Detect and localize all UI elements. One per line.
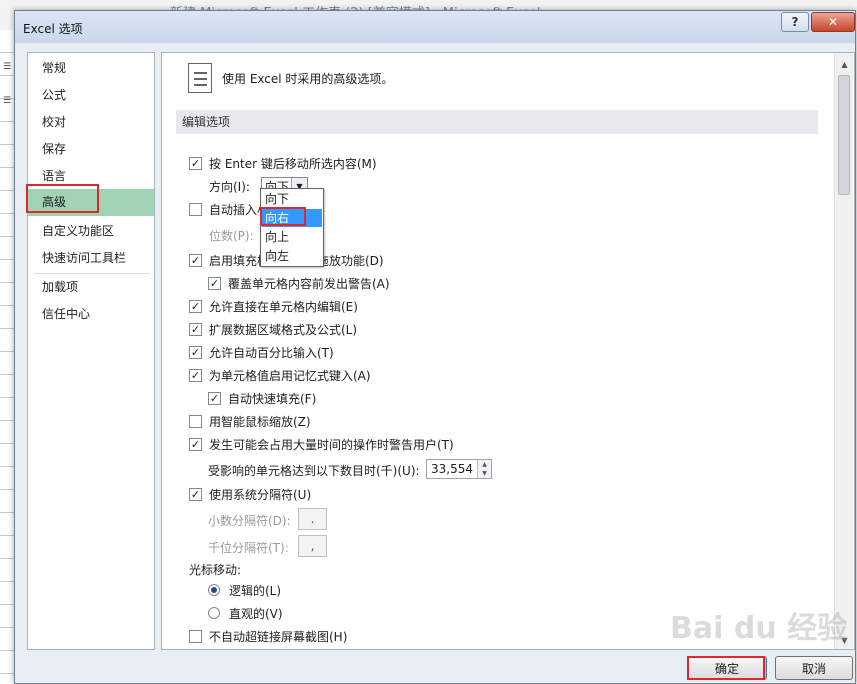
checkbox[interactable] xyxy=(189,437,202,451)
nav-item-general[interactable]: 常规 xyxy=(28,56,154,81)
option-label: 为单元格值启用记忆式键入(A) xyxy=(209,368,371,383)
option-label: 不自动超链接屏幕截图(H) xyxy=(209,629,348,644)
nav-item-proofing[interactable]: 校对 xyxy=(28,110,154,135)
cells-affected-label: 受影响的单元格达到以下数目时(千)(U): xyxy=(208,463,420,478)
cells-affected-row: 受影响的单元格达到以下数目时(千)(U): xyxy=(208,461,420,479)
option-label: 允许自动百分比输入(T) xyxy=(209,345,334,360)
cancel-button[interactable]: 取消 xyxy=(775,656,853,680)
option-label: 覆盖单元格内容前发出警告(A) xyxy=(228,276,390,291)
cursor-movement-label: 光标移动: xyxy=(189,562,242,577)
zoom-intellimouse-option[interactable]: 用智能鼠标缩放(Z) xyxy=(189,412,311,430)
excel-options-dialog: Excel 选项 ? ✕ 常规 公式 校对 保存 语言 高级 自定义功能区 快速… xyxy=(14,10,856,684)
option-label: 直观的(V) xyxy=(229,606,283,621)
checkbox[interactable] xyxy=(189,414,202,428)
help-button[interactable]: ? xyxy=(781,12,809,32)
thousands-separator-row: 千位分隔符(T): xyxy=(208,538,289,556)
dropdown-option-up[interactable]: 向上 xyxy=(262,228,322,246)
cursor-visual-option[interactable]: 直观的(V) xyxy=(208,604,283,622)
flash-fill-option[interactable]: 自动快速填充(F) xyxy=(208,389,316,407)
checkbox[interactable] xyxy=(189,345,202,359)
scroll-down-icon[interactable]: ▼ xyxy=(837,633,852,647)
radio-button[interactable] xyxy=(208,584,220,596)
highlight-advanced-annotation xyxy=(26,184,99,213)
autocomplete-option[interactable]: 为单元格值启用记忆式键入(A) xyxy=(189,366,371,384)
option-label: 允许直接在单元格内编辑(E) xyxy=(209,299,358,314)
extend-formats-option[interactable]: 扩展数据区域格式及公式(L) xyxy=(189,320,357,338)
checkbox[interactable] xyxy=(189,299,202,313)
scroll-up-icon[interactable]: ▲ xyxy=(837,57,852,71)
option-label: 逻辑的(L) xyxy=(229,583,282,598)
move-after-enter-option[interactable]: 按 Enter 键后移动所选内容(M) xyxy=(189,154,377,172)
option-label: 自动快速填充(F) xyxy=(228,391,317,406)
auto-percent-option[interactable]: 允许自动百分比输入(T) xyxy=(189,343,334,361)
highlight-ok-annotation xyxy=(687,656,765,680)
direction-dropdown-list: 向下 向右 向上 向左 xyxy=(260,188,324,267)
checkbox[interactable] xyxy=(189,156,202,170)
thousands-separator-label: 千位分隔符(T): xyxy=(208,540,289,555)
dropdown-option-left[interactable]: 向左 xyxy=(262,247,322,265)
options-page-icon xyxy=(188,63,212,93)
alert-overwrite-option[interactable]: 覆盖单元格内容前发出警告(A) xyxy=(208,274,390,292)
places-label: 位数(P): xyxy=(209,228,254,243)
option-label: 按 Enter 键后移动所选内容(M) xyxy=(209,156,377,171)
checkbox[interactable] xyxy=(189,202,202,216)
highlight-right-annotation xyxy=(260,207,306,226)
nav-item-customize-ribbon[interactable]: 自定义功能区 xyxy=(28,219,154,244)
dialog-title: Excel 选项 xyxy=(23,22,83,36)
menu-lines-icon: ☰ xyxy=(3,62,12,72)
direction-label-row: 方向(I): xyxy=(209,177,250,195)
menu-lines-icon: ☰ xyxy=(3,96,12,106)
checkbox[interactable] xyxy=(189,253,202,267)
dropdown-option-down[interactable]: 向下 xyxy=(262,190,322,208)
dialog-titlebar: Excel 选项 ? ✕ xyxy=(15,11,855,43)
option-label: 扩展数据区域格式及公式(L) xyxy=(209,322,358,337)
nav-item-quick-access-toolbar[interactable]: 快速访问工具栏 xyxy=(28,246,154,271)
close-button[interactable]: ✕ xyxy=(811,12,855,32)
option-label: 用智能鼠标缩放(Z) xyxy=(209,414,311,429)
nav-item-formulas[interactable]: 公式 xyxy=(28,83,154,108)
checkbox[interactable] xyxy=(208,276,221,290)
checkbox[interactable] xyxy=(189,368,202,382)
checkbox[interactable] xyxy=(189,322,202,336)
radio-button[interactable] xyxy=(208,607,220,619)
panel-header: 使用 Excel 时采用的高级选项。 xyxy=(222,72,394,86)
section-editing-options: 编辑选项 xyxy=(176,110,818,134)
nav-divider xyxy=(34,273,150,274)
options-category-list: 常规 公式 校对 保存 语言 高级 自定义功能区 快速访问工具栏 加载项 信任中… xyxy=(27,52,155,650)
spin-down-icon[interactable]: ▼ xyxy=(478,469,491,478)
no-hyperlink-screenshot-option[interactable]: 不自动超链接屏幕截图(H) xyxy=(189,627,347,645)
checkbox[interactable] xyxy=(189,487,202,501)
decimal-separator-row: 小数分隔符(D): xyxy=(208,511,291,529)
decimal-separator-label: 小数分隔符(D): xyxy=(208,513,291,528)
vertical-scrollbar[interactable]: ▲ ▼ xyxy=(834,53,853,649)
nav-item-add-ins[interactable]: 加载项 xyxy=(28,275,154,300)
cells-affected-value[interactable]: 33,554 xyxy=(427,462,477,476)
use-system-separators-option[interactable]: 使用系统分隔符(U) xyxy=(189,485,311,503)
thousands-separator-input[interactable]: , xyxy=(298,535,327,557)
option-label: 发生可能会占用大量时间的操作时警告用户(T) xyxy=(209,437,454,452)
spin-up-icon[interactable]: ▲ xyxy=(478,460,491,469)
cells-affected-spinner[interactable]: 33,554 ▲ ▼ xyxy=(426,459,492,479)
edit-in-cell-option[interactable]: 允许直接在单元格内编辑(E) xyxy=(189,297,358,315)
alert-slow-option[interactable]: 发生可能会占用大量时间的操作时警告用户(T) xyxy=(189,435,454,453)
option-label: 使用系统分隔符(U) xyxy=(209,487,312,502)
checkbox[interactable] xyxy=(189,629,202,643)
decimal-separator-input[interactable]: . xyxy=(298,508,327,530)
cursor-logical-option[interactable]: 逻辑的(L) xyxy=(208,581,281,599)
advanced-options-panel: 使用 Excel 时采用的高级选项。 编辑选项 按 Enter 键后移动所选内容… xyxy=(161,52,855,650)
checkbox[interactable] xyxy=(208,391,221,405)
places-row: 位数(P): xyxy=(209,226,254,244)
nav-item-save[interactable]: 保存 xyxy=(28,137,154,162)
direction-label: 方向(I): xyxy=(209,179,250,194)
scroll-thumb[interactable] xyxy=(838,75,850,195)
nav-item-trust-center[interactable]: 信任中心 xyxy=(28,302,154,327)
